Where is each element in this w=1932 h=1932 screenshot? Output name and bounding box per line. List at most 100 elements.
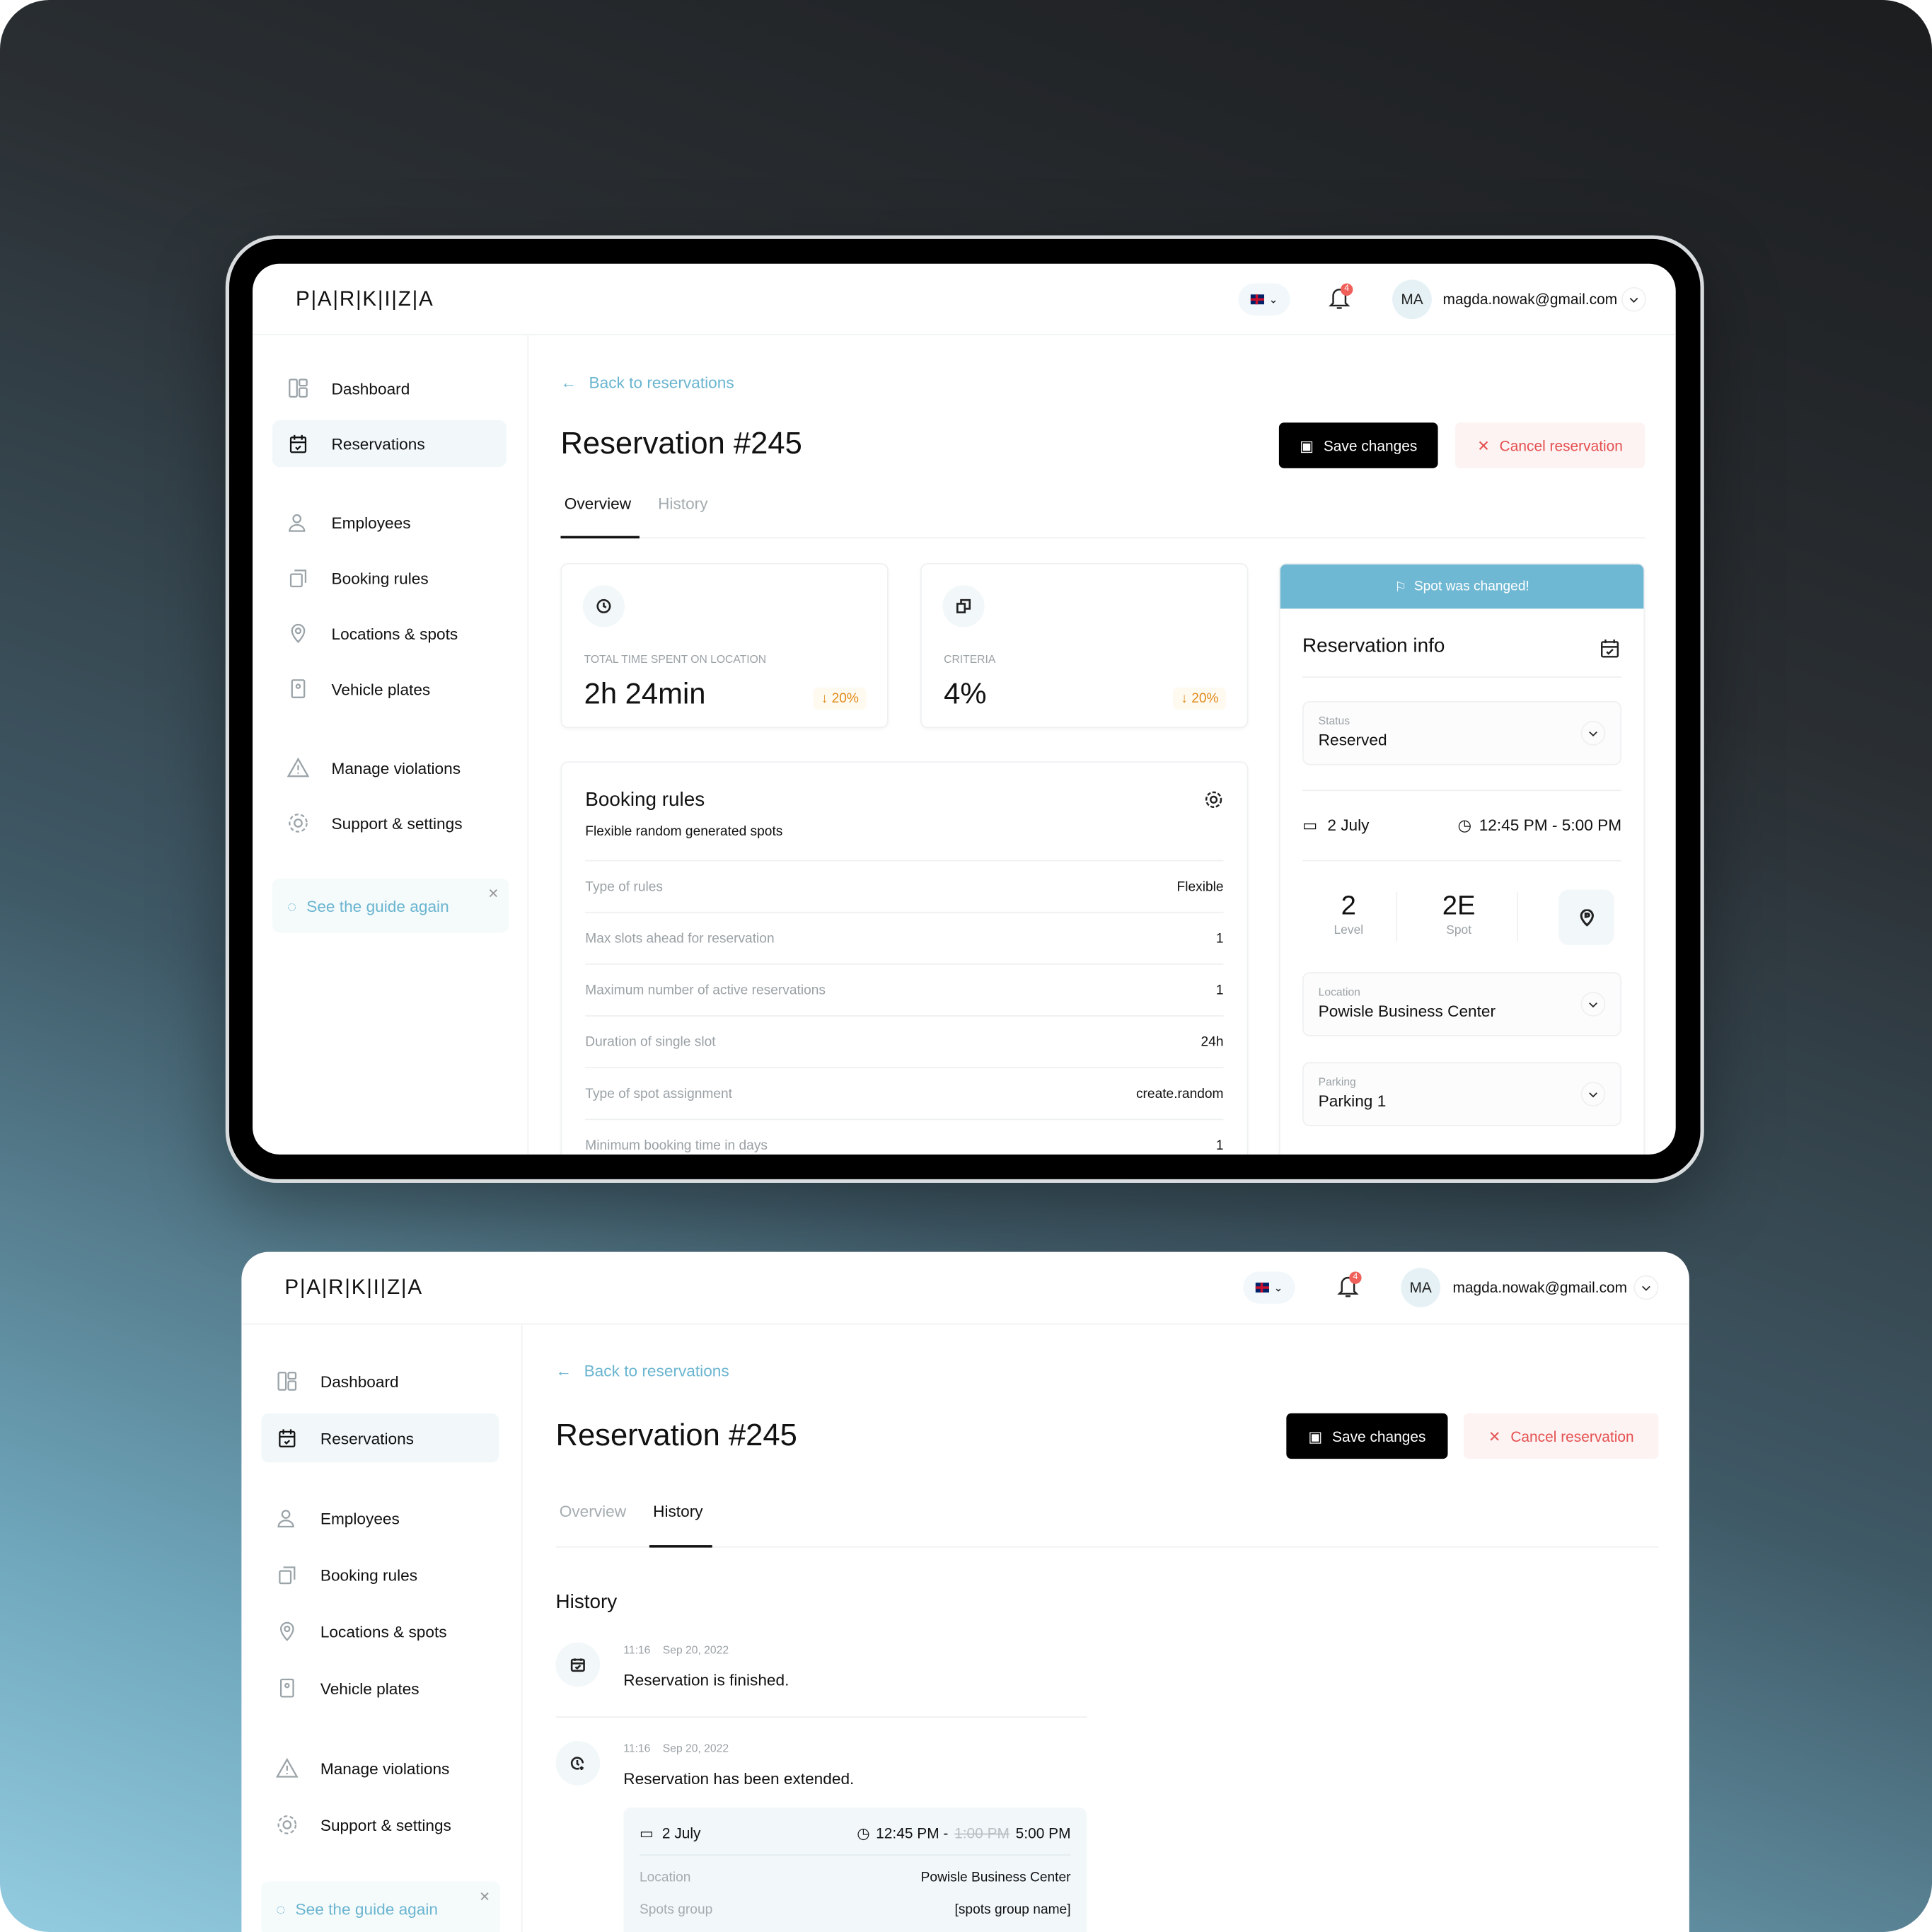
sidebar-item-employees[interactable]: Employees: [272, 499, 507, 545]
reservation-info-title: Reservation info: [1302, 635, 1445, 657]
save-button[interactable]: ▣ Save changes: [1286, 1413, 1448, 1459]
bell-icon[interactable]: 4: [1337, 1271, 1362, 1305]
parking-select[interactable]: Parking Parking 1: [1302, 1062, 1622, 1126]
tab-history[interactable]: History: [653, 1502, 702, 1520]
sidebar: Dashboard Reservations Employees Booking…: [253, 335, 529, 1155]
date-value: 2 July: [1327, 816, 1370, 835]
cancel-label: Cancel reservation: [1499, 436, 1623, 454]
user-email[interactable]: magda.nowak@gmail.com: [1443, 291, 1618, 308]
reservation-info-panel: ⚐ Spot was changed! Reservation info Stat…: [1278, 562, 1645, 1155]
booking-rules-list: Type of rules Flexible Max slots ahead for…: [585, 860, 1224, 1155]
sidebar-item-dashboard[interactable]: Dashboard: [272, 365, 507, 412]
top-bar: P|A|R|K|I|Z|A ⌄ 4 MA magda.nowak@gmail.c…: [241, 1252, 1689, 1325]
guide-banner[interactable]: ◌ See the guide again ✕: [272, 878, 509, 933]
sidebar-item-support[interactable]: Support & settings: [261, 1800, 499, 1850]
booking-rules-icon: [289, 569, 307, 588]
avatar[interactable]: MA: [1401, 1268, 1441, 1307]
sidebar-item-support[interactable]: Support & settings: [272, 799, 507, 846]
rule-label: Max slots ahead for reservation: [585, 930, 775, 946]
user-email[interactable]: magda.nowak@gmail.com: [1452, 1279, 1627, 1296]
sidebar-item-label: Locations & spots: [320, 1621, 447, 1641]
clock-icon: ◷: [857, 1824, 870, 1842]
back-link[interactable]: ← Back to reservations: [560, 374, 734, 392]
calendar-check-icon[interactable]: [1600, 638, 1619, 664]
save-button[interactable]: ▣ Save changes: [1278, 422, 1438, 468]
rule-label: Type of spot assignment: [585, 1086, 732, 1101]
sidebar-item-vehicle-plates[interactable]: Vehicle plates: [272, 666, 507, 712]
spots-group-label: Spots group: [639, 1902, 713, 1918]
sidebar-item-label: Employees: [331, 513, 411, 532]
guide-link[interactable]: See the guide again: [306, 896, 449, 915]
sidebar-item-reservations[interactable]: Reservations: [272, 420, 507, 468]
rule-value: 24h: [1201, 1034, 1224, 1050]
cancel-label: Cancel reservation: [1510, 1427, 1634, 1445]
bell-icon[interactable]: 4: [1329, 283, 1353, 317]
tab-overview[interactable]: Overview: [565, 494, 631, 512]
sidebar-item-booking-rules[interactable]: Booking rules: [272, 555, 507, 601]
rule-value: 1: [1215, 930, 1224, 946]
location-select[interactable]: Location Powisle Business Center: [1302, 972, 1622, 1036]
language-selector[interactable]: ⌄: [1243, 1271, 1295, 1304]
booking-rule-row: Max slots ahead for reservation 1: [585, 911, 1224, 964]
top-bar: P|A|R|K|I|Z|A ⌄ 4 MA magda.nowak@gmail.c…: [253, 264, 1676, 335]
sidebar-item-locations[interactable]: Locations & spots: [261, 1607, 499, 1656]
gear-icon: [289, 814, 308, 833]
tab-history[interactable]: History: [658, 494, 707, 512]
booking-rules-subtitle: Flexible random generated spots: [585, 824, 783, 840]
chevron-down-icon[interactable]: [1621, 287, 1646, 312]
cancel-reservation-button[interactable]: ✕ Cancel reservation: [1464, 1413, 1659, 1459]
calendar-icon: ▭: [1302, 816, 1318, 835]
sidebar-item-vehicle-plates[interactable]: Vehicle plates: [261, 1663, 499, 1713]
tabs-divider: [560, 537, 1645, 539]
language-selector[interactable]: ⌄: [1238, 283, 1290, 316]
notification-badge: 4: [1349, 1271, 1362, 1284]
guide-banner[interactable]: ◌ See the guide again ✕: [261, 1881, 501, 1932]
sidebar-item-employees[interactable]: Employees: [261, 1493, 499, 1543]
sidebar-item-label: Dashboard: [320, 1372, 399, 1391]
arrow-left-icon: ←: [560, 373, 577, 392]
detail-time: ◷ 12:45 PM - 1:00 PM 5:00 PM: [857, 1824, 1070, 1841]
location-label: Location: [1318, 985, 1360, 998]
rule-label: Duration of single slot: [585, 1034, 716, 1050]
back-link-label: Back to reservations: [584, 1361, 729, 1380]
help-icon: ◌: [287, 896, 297, 915]
users-icon: [289, 514, 306, 532]
guide-link[interactable]: See the guide again: [296, 1899, 438, 1918]
sidebar-item-label: Manage violations: [331, 758, 461, 777]
location-value: Powisle Business Center: [920, 1870, 1071, 1885]
sidebar-item-booking-rules[interactable]: Booking rules: [261, 1550, 499, 1600]
page-title: Reservation #245: [560, 426, 802, 461]
sidebar-item-locations[interactable]: Locations & spots: [272, 610, 507, 656]
megaphone-icon: ⚐: [1394, 579, 1407, 595]
map-pin-button[interactable]: [1558, 889, 1614, 945]
clock-icon: [582, 585, 625, 627]
sidebar-item-violations[interactable]: Manage violations: [272, 744, 507, 791]
dashboard-icon: [277, 1372, 297, 1391]
location-label: Location: [639, 1870, 691, 1885]
gear-icon[interactable]: [1204, 789, 1224, 816]
sidebar-item-dashboard[interactable]: Dashboard: [261, 1357, 499, 1406]
history-time: 11:16: [623, 1643, 651, 1656]
uk-flag-icon: [1255, 1283, 1269, 1293]
booking-rule-row: Maximum number of active reservations 1: [585, 964, 1224, 1015]
close-icon[interactable]: ✕: [487, 886, 499, 902]
page-title: Reservation #245: [555, 1418, 797, 1453]
clock-icon: ◷: [1457, 816, 1472, 835]
sidebar-item-reservations[interactable]: Reservations: [261, 1413, 499, 1463]
status-select[interactable]: Status Reserved: [1302, 701, 1622, 765]
chevron-down-icon[interactable]: [1633, 1275, 1659, 1300]
tab-overview[interactable]: Overview: [560, 1502, 626, 1520]
sidebar-item-label: Support & settings: [331, 814, 463, 833]
back-link[interactable]: ← Back to reservations: [556, 1362, 729, 1380]
avatar[interactable]: MA: [1392, 279, 1432, 320]
cancel-reservation-button[interactable]: ✕ Cancel reservation: [1454, 422, 1645, 468]
parking-value: Parking 1: [1318, 1092, 1387, 1111]
stat-label: TOTAL TIME SPENT ON LOCATION: [584, 653, 767, 666]
background: P|A|R|K|I|Z|A ⌄ 4 MA magda.nowak@gmail.c…: [0, 0, 1932, 1932]
stat-card-criteria: CRITERIA 4% ↓ 20%: [920, 562, 1249, 729]
sidebar-item-violations[interactable]: Manage violations: [261, 1744, 499, 1793]
rule-value: 1: [1215, 983, 1224, 997]
detail-date-value: 2 July: [661, 1824, 701, 1842]
close-icon[interactable]: ✕: [479, 1889, 490, 1905]
chevron-down-icon: [1580, 992, 1606, 1017]
